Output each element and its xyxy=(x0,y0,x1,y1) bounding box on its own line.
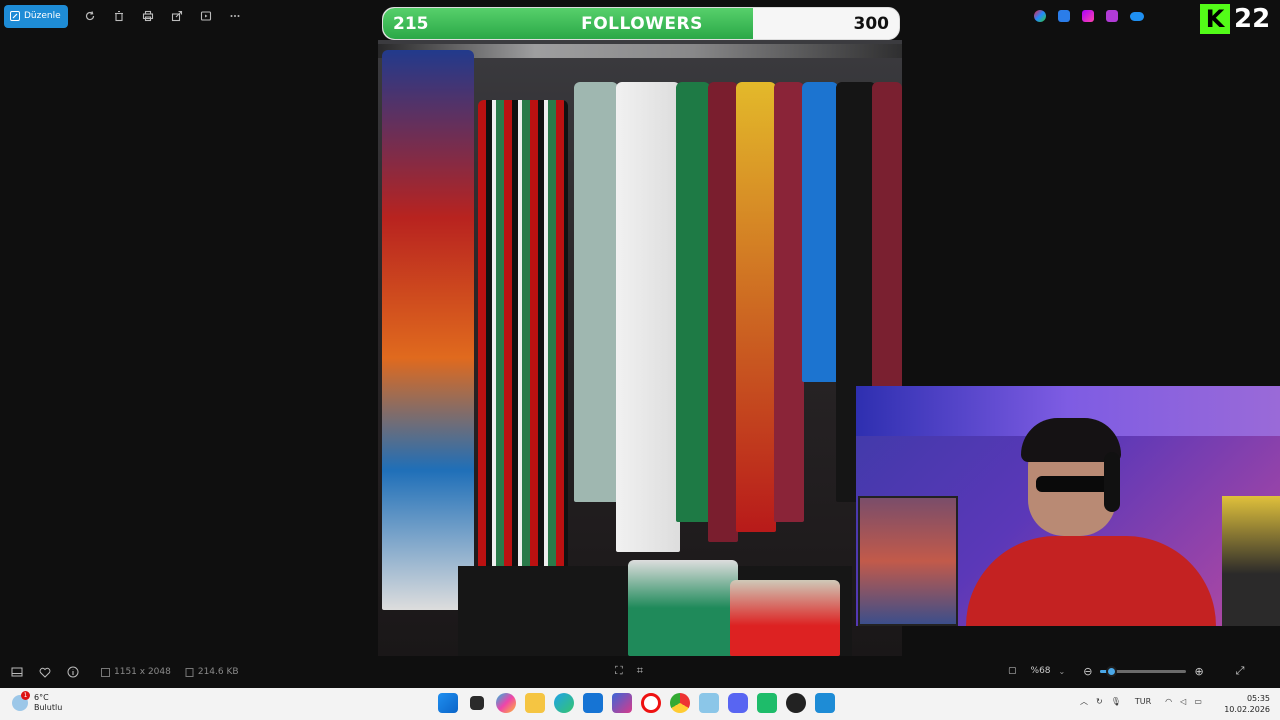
info-icon[interactable] xyxy=(59,666,87,678)
clock[interactable]: 05:35 10.02.2026 xyxy=(1224,693,1270,715)
webcam-dog-poster xyxy=(1222,496,1280,626)
displayed-photo[interactable] xyxy=(378,40,902,656)
fullscreen-icon[interactable]: ⤢ xyxy=(1236,664,1245,678)
photos-app-icon[interactable] xyxy=(815,693,835,713)
chevron-down-icon[interactable]: ⌄ xyxy=(1059,667,1066,676)
zoom-slider-thumb[interactable] xyxy=(1105,665,1117,677)
folded-clothes xyxy=(730,580,840,656)
photos-app-window: Düzenle 215 FOLLOWERS 300 K 22 1151 x 20… xyxy=(0,0,1280,688)
streamer-hoodie xyxy=(966,536,1216,626)
app-tray-icon[interactable]: ↻ xyxy=(1096,697,1103,706)
kick-viewer-count: K 22 xyxy=(1200,4,1270,34)
file-size-value: 214.6 KB xyxy=(197,667,239,677)
followers-label: FOLLOWERS xyxy=(581,14,703,34)
notification-badge: 1 xyxy=(21,691,30,700)
shirt xyxy=(574,82,618,502)
shirt xyxy=(708,82,738,542)
clock-date: 10.02.2026 xyxy=(1224,705,1270,714)
app-icon[interactable] xyxy=(1058,10,1070,22)
edge-icon[interactable] xyxy=(554,693,574,713)
visual-search-icon[interactable]: ⌗ xyxy=(637,664,643,678)
microphone-icon[interactable]: 🎙 xyxy=(1111,697,1121,706)
crop-icon[interactable]: ⛶ xyxy=(615,664,623,678)
slideshow-icon[interactable] xyxy=(192,4,221,28)
zoom-slider[interactable] xyxy=(1100,665,1187,677)
webcam-overlay xyxy=(856,386,1280,626)
delete-icon[interactable] xyxy=(105,4,134,28)
zoom-level[interactable]: %68 xyxy=(1031,666,1051,676)
folded-clothes xyxy=(628,560,738,656)
weather-widget[interactable]: 1 6°C Bulutlu xyxy=(12,691,63,713)
followers-goal-bar: 215 FOLLOWERS 300 xyxy=(382,7,900,40)
kick-count: 22 xyxy=(1234,4,1271,34)
image-dimensions: 1151 x 2048 xyxy=(101,667,171,677)
top-toolbar: Düzenle xyxy=(0,0,250,32)
app-icon[interactable] xyxy=(612,693,632,713)
streamer-headset xyxy=(1104,452,1120,512)
zoom-out-icon[interactable]: ⊖ xyxy=(1083,665,1092,678)
followers-goal: 300 xyxy=(853,14,890,34)
image-dimensions-value: 1151 x 2048 xyxy=(114,667,171,677)
filmstrip-icon[interactable] xyxy=(3,667,31,677)
streamer-sunglasses xyxy=(1036,476,1110,492)
chrome-icon[interactable] xyxy=(670,693,690,713)
discord-icon[interactable] xyxy=(728,693,748,713)
app-icon[interactable] xyxy=(1082,10,1094,22)
shirt xyxy=(736,82,776,532)
kick-logo-icon: K xyxy=(1200,4,1230,34)
image-size-icon xyxy=(101,667,110,677)
app-icon[interactable] xyxy=(1106,10,1118,22)
clock-time: 05:35 xyxy=(1246,694,1270,703)
app-icon[interactable] xyxy=(786,693,806,713)
edit-button-label: Düzenle xyxy=(24,11,61,21)
shirt xyxy=(802,82,838,382)
webcam-painting xyxy=(858,496,958,626)
edit-icon xyxy=(10,11,20,21)
more-icon[interactable] xyxy=(221,4,250,28)
zoom-in-icon[interactable]: ⊕ xyxy=(1194,665,1203,678)
wifi-icon[interactable]: ◠ xyxy=(1165,697,1172,706)
copilot-icon[interactable] xyxy=(1034,10,1046,22)
bottom-status-bar: 1151 x 2048 214.6 KB ⛶ ⌗ ▢ %68 ⌄ ⊖ ⊕ ⤢ xyxy=(0,656,1280,688)
taskbar-apps xyxy=(438,693,835,713)
print-icon[interactable] xyxy=(134,4,163,28)
shirt xyxy=(616,82,680,552)
onedrive-icon[interactable] xyxy=(1130,12,1144,21)
edit-button[interactable]: Düzenle xyxy=(4,4,68,28)
weather-temperature: 6°C xyxy=(34,693,49,702)
battery-icon[interactable]: ▭ xyxy=(1194,697,1202,706)
volume-icon[interactable]: ◁ xyxy=(1180,697,1186,706)
task-view-icon[interactable] xyxy=(470,696,484,710)
favorite-icon[interactable] xyxy=(31,667,59,678)
file-size: 214.6 KB xyxy=(185,667,239,677)
scarf-group xyxy=(478,100,568,620)
chevron-up-icon[interactable]: ︿ xyxy=(1080,696,1088,707)
zoom-controls: ▢ %68 ⌄ ⊖ ⊕ ⤢ xyxy=(1008,664,1244,678)
windows-taskbar: 1 6°C Bulutlu ︿ ↻ 🎙 TUR ◠ ◁ ▭ 05:35 10.0… xyxy=(0,688,1280,720)
app-icon[interactable] xyxy=(699,693,719,713)
weather-condition: Bulutlu xyxy=(34,703,63,712)
app-icon[interactable] xyxy=(757,693,777,713)
store-icon[interactable] xyxy=(583,693,603,713)
file-explorer-icon[interactable] xyxy=(525,693,545,713)
overlay-app-icons xyxy=(1034,8,1144,22)
fit-to-window-icon[interactable]: ▢ xyxy=(1008,666,1017,676)
share-icon[interactable] xyxy=(163,4,192,28)
opera-icon[interactable] xyxy=(641,693,661,713)
shirt xyxy=(676,82,710,522)
system-tray: ︿ ↻ 🎙 TUR ◠ ◁ ▭ xyxy=(1080,696,1202,707)
center-actions: ⛶ ⌗ xyxy=(615,664,643,678)
rotate-icon[interactable] xyxy=(76,4,105,28)
copilot-app-icon[interactable] xyxy=(496,693,516,713)
shirt xyxy=(872,82,902,412)
scarf-group xyxy=(382,50,474,610)
language-indicator[interactable]: TUR xyxy=(1135,697,1151,706)
file-size-icon xyxy=(185,667,194,677)
shirt xyxy=(774,82,804,522)
windows-start-icon[interactable] xyxy=(438,693,458,713)
streamer xyxy=(966,418,1216,626)
weather-cloud-icon: 1 xyxy=(12,691,30,711)
